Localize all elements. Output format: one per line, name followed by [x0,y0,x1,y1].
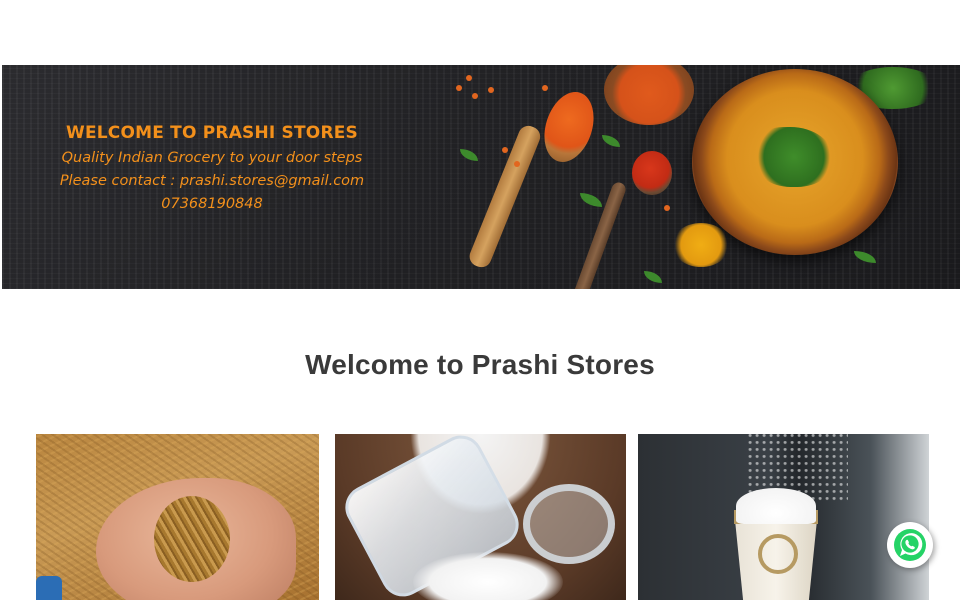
banner-text-block: WELCOME TO PRASHI STORES Quality Indian … [12,123,412,216]
banner-title: WELCOME TO PRASHI STORES [66,123,358,143]
whatsapp-icon [894,529,926,561]
sleeve-image [36,576,62,600]
product-card-flour[interactable] [335,434,626,600]
sugar-heap-image [736,488,816,524]
leaf-decoration [580,193,602,207]
lentil-decoration [514,161,520,167]
leaf-decoration [602,135,620,147]
banner-phone: 07368190848 [161,196,263,212]
wooden-spoon-image [466,122,544,271]
page-title: Welcome to Prashi Stores [305,349,655,380]
leaf-decoration [854,251,876,263]
banner-tagline: Quality Indian Grocery to your door step… [61,150,363,166]
product-card-sugar[interactable] [638,434,929,600]
spoon-lentils-image [536,85,602,169]
whatsapp-button[interactable] [887,522,933,568]
banner-contact: Please contact : prashi.stores@gmail.com [59,173,365,189]
jar-lid-image [523,484,615,564]
product-card-rice[interactable] [36,434,319,600]
lentil-bowl-image [604,65,694,125]
rice-grains-image [154,496,230,582]
turmeric-powder-image [672,223,730,267]
chili-powder-spoon-image [632,151,672,195]
lentil-decoration [502,147,508,153]
lentil-decoration [488,87,494,93]
leaf-decoration [460,149,478,161]
lentil-decoration [466,75,472,81]
lentil-decoration [542,85,548,91]
cup-emblem-image [758,534,798,574]
leaf-decoration [644,271,662,283]
lentil-decoration [664,205,670,211]
lentil-decoration [456,85,462,91]
lentil-decoration [472,93,478,99]
hero-banner: WELCOME TO PRASHI STORES Quality Indian … [2,65,960,289]
